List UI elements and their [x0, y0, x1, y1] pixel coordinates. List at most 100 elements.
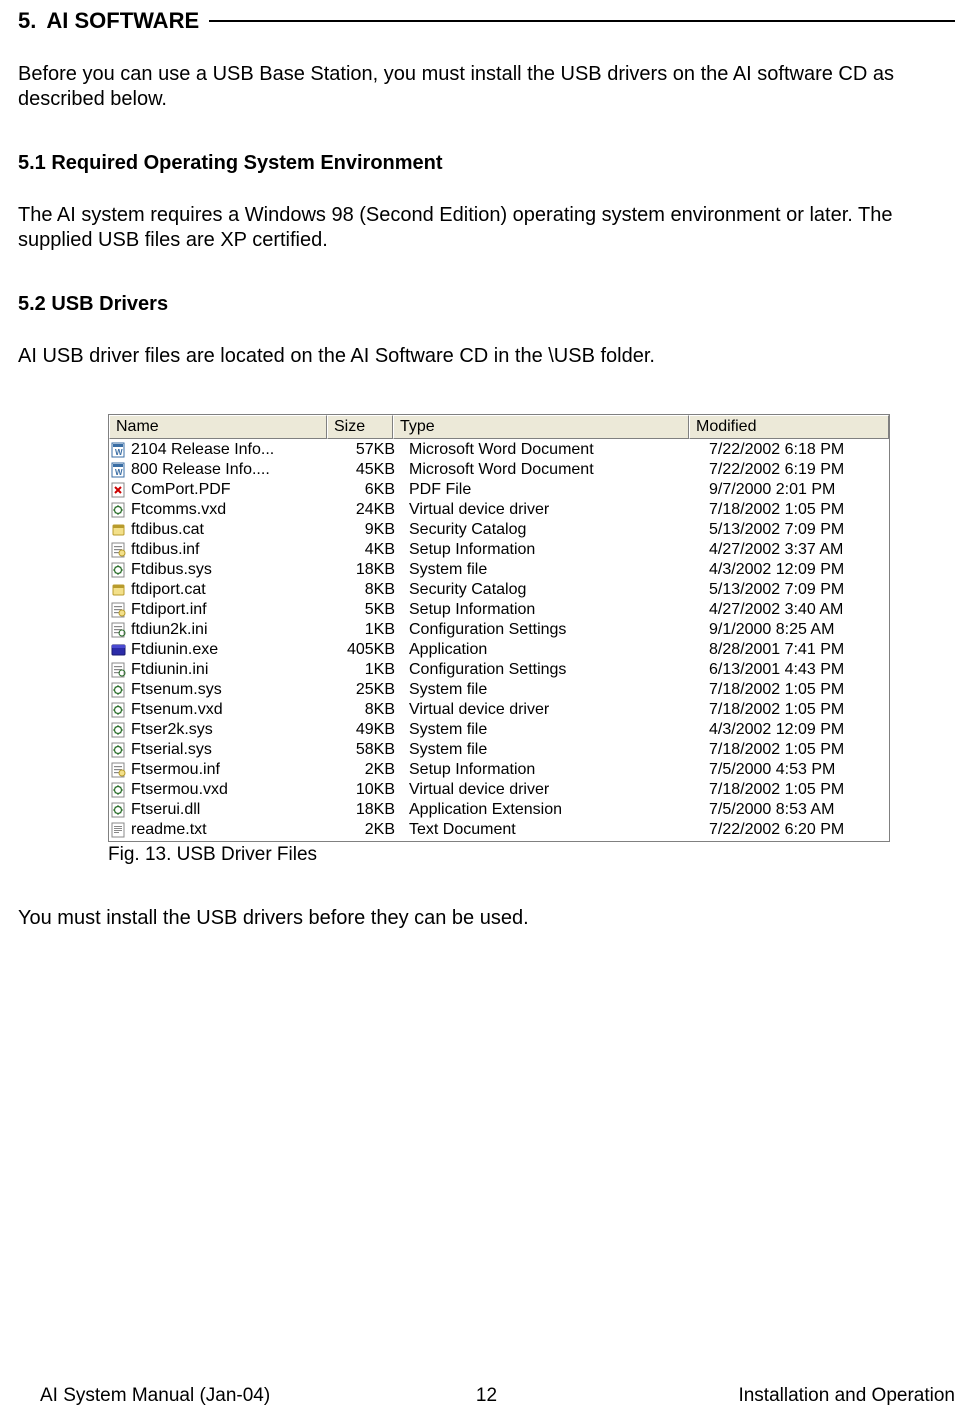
file-modified: 7/5/2000 8:53 AM — [705, 800, 889, 820]
file-row[interactable]: Ftcomms.vxd24KBVirtual device driver7/18… — [109, 500, 889, 520]
file-modified: 5/13/2002 7:09 PM — [705, 520, 889, 540]
file-name-cell[interactable]: ftdiport.cat — [109, 580, 329, 600]
file-name-cell[interactable]: Ftdibus.sys — [109, 560, 329, 580]
file-row[interactable]: ftdibus.inf4KBSetup Information4/27/2002… — [109, 540, 889, 560]
file-name-cell[interactable]: readme.txt — [109, 820, 329, 840]
file-size: 8KB — [329, 580, 405, 600]
file-type: Virtual device driver — [405, 700, 705, 720]
pdf-icon — [111, 482, 127, 498]
file-modified: 6/13/2001 4:43 PM — [705, 660, 889, 680]
file-name-cell[interactable]: Ftserial.sys — [109, 740, 329, 760]
file-name-cell[interactable]: Ftsenum.vxd — [109, 700, 329, 720]
file-name-cell[interactable]: 800 Release Info.... — [109, 460, 329, 480]
file-modified: 7/22/2002 6:20 PM — [705, 820, 889, 840]
col-header-modified[interactable]: Modified — [689, 415, 889, 439]
ini-icon — [111, 662, 127, 678]
file-name-cell[interactable]: Ftdiunin.ini — [109, 660, 329, 680]
file-row[interactable]: Ftsermou.inf2KBSetup Information7/5/2000… — [109, 760, 889, 780]
file-row[interactable]: Ftsenum.sys25KBSystem file7/18/2002 1:05… — [109, 680, 889, 700]
file-name-cell[interactable]: ftdibus.cat — [109, 520, 329, 540]
word-icon — [111, 442, 127, 458]
file-modified: 4/27/2002 3:40 AM — [705, 600, 889, 620]
col-header-type[interactable]: Type — [393, 415, 689, 439]
file-type: Virtual device driver — [405, 780, 705, 800]
col-header-name[interactable]: Name — [109, 415, 327, 439]
file-size: 57KB — [329, 440, 405, 460]
file-name-cell[interactable]: 2104 Release Info... — [109, 440, 329, 460]
sys-icon — [111, 722, 127, 738]
file-name-cell[interactable]: Ftcomms.vxd — [109, 500, 329, 520]
file-type: Configuration Settings — [405, 660, 705, 680]
file-name-cell[interactable]: Ftdiport.inf — [109, 600, 329, 620]
file-row[interactable]: Ftser2k.sys49KBSystem file4/3/2002 12:09… — [109, 720, 889, 740]
file-name-cell[interactable]: Ftsermou.inf — [109, 760, 329, 780]
file-modified: 4/27/2002 3:37 AM — [705, 540, 889, 560]
file-name: 2104 Release Info... — [131, 440, 274, 460]
file-name: Ftdiunin.ini — [131, 660, 208, 680]
file-size: 6KB — [329, 480, 405, 500]
file-name-cell[interactable]: ftdibus.inf — [109, 540, 329, 560]
file-row[interactable]: Ftdiunin.exe405KBApplication8/28/2001 7:… — [109, 640, 889, 660]
file-name-cell[interactable]: Ftserui.dll — [109, 800, 329, 820]
file-size: 24KB — [329, 500, 405, 520]
file-modified: 9/1/2000 8:25 AM — [705, 620, 889, 640]
file-size: 25KB — [329, 680, 405, 700]
file-row[interactable]: ftdiport.cat8KBSecurity Catalog5/13/2002… — [109, 580, 889, 600]
file-name: Ftsermou.vxd — [131, 780, 228, 800]
file-name-cell[interactable]: ftdiun2k.ini — [109, 620, 329, 640]
file-modified: 7/18/2002 1:05 PM — [705, 680, 889, 700]
file-name: ftdibus.cat — [131, 520, 204, 540]
file-name: Ftsenum.vxd — [131, 700, 223, 720]
file-modified: 7/22/2002 6:18 PM — [705, 440, 889, 460]
file-name-cell[interactable]: Ftdiunin.exe — [109, 640, 329, 660]
sys-icon — [111, 502, 127, 518]
file-size: 2KB — [329, 820, 405, 840]
file-name: Ftdibus.sys — [131, 560, 212, 580]
file-name-cell[interactable]: Ftsenum.sys — [109, 680, 329, 700]
cat-icon — [111, 582, 127, 598]
word-icon — [111, 462, 127, 478]
file-type: Microsoft Word Document — [405, 460, 705, 480]
file-row[interactable]: Ftserui.dll 18KBApplication Extension7/5/… — [109, 800, 889, 820]
col-header-size[interactable]: Size — [327, 415, 393, 439]
file-row[interactable]: ftdiun2k.ini1KBConfiguration Settings9/1… — [109, 620, 889, 640]
file-type: Application — [405, 640, 705, 660]
file-name: Ftserui.dll — [131, 800, 200, 820]
file-row[interactable]: Ftsermou.vxd10KBVirtual device driver7/1… — [109, 780, 889, 800]
file-size: 18KB — [329, 800, 405, 820]
file-modified: 5/13/2002 7:09 PM — [705, 580, 889, 600]
figure-caption: Fig. 13. USB Driver Files — [108, 844, 888, 866]
file-row[interactable]: Ftdibus.sys18KBSystem file4/3/2002 12:09… — [109, 560, 889, 580]
file-type: Application Extension — [405, 800, 705, 820]
ini-icon — [111, 622, 127, 638]
section-intro: Before you can use a USB Base Station, y… — [18, 62, 955, 112]
file-modified: 8/28/2001 7:41 PM — [705, 640, 889, 660]
cat-icon — [111, 522, 127, 538]
file-row[interactable]: Ftdiunin.ini1KBConfiguration Settings6/1… — [109, 660, 889, 680]
sys-icon — [111, 702, 127, 718]
file-row[interactable]: 2104 Release Info...57KBMicrosoft Word D… — [109, 440, 889, 460]
subheading-5-2: 5.2 USB Drivers — [18, 293, 955, 316]
file-row[interactable]: readme.txt 2KBText Document7/22/2002 6:20… — [109, 820, 889, 840]
file-name-cell[interactable]: ComPort.PDF — [109, 480, 329, 500]
file-row[interactable]: ftdibus.cat9KBSecurity Catalog5/13/2002 … — [109, 520, 889, 540]
file-table-header: Name Size Type Modified — [109, 415, 889, 439]
file-name: ComPort.PDF — [131, 480, 231, 500]
file-row[interactable]: Ftdiport.inf5KBSetup Information4/27/200… — [109, 600, 889, 620]
file-name: readme.txt — [131, 820, 207, 840]
file-type: Virtual device driver — [405, 500, 705, 520]
file-row[interactable]: Ftsenum.vxd8KBVirtual device driver7/18/… — [109, 700, 889, 720]
file-name: Ftdiport.inf — [131, 600, 207, 620]
file-name-cell[interactable]: Ftsermou.vxd — [109, 780, 329, 800]
txt-icon — [111, 822, 127, 838]
file-row[interactable]: 800 Release Info....45KBMicrosoft Word D… — [109, 460, 889, 480]
file-name: ftdibus.inf — [131, 540, 199, 560]
section-number: 5. — [18, 8, 36, 34]
file-name: 800 Release Info.... — [131, 460, 270, 480]
file-type: Text Document — [405, 820, 705, 840]
file-row[interactable]: Ftserial.sys58KBSystem file7/18/2002 1:0… — [109, 740, 889, 760]
file-type: System file — [405, 740, 705, 760]
exe-icon — [111, 642, 127, 658]
file-name-cell[interactable]: Ftser2k.sys — [109, 720, 329, 740]
file-row[interactable]: ComPort.PDF6KBPDF File9/7/2000 2:01 PM — [109, 480, 889, 500]
